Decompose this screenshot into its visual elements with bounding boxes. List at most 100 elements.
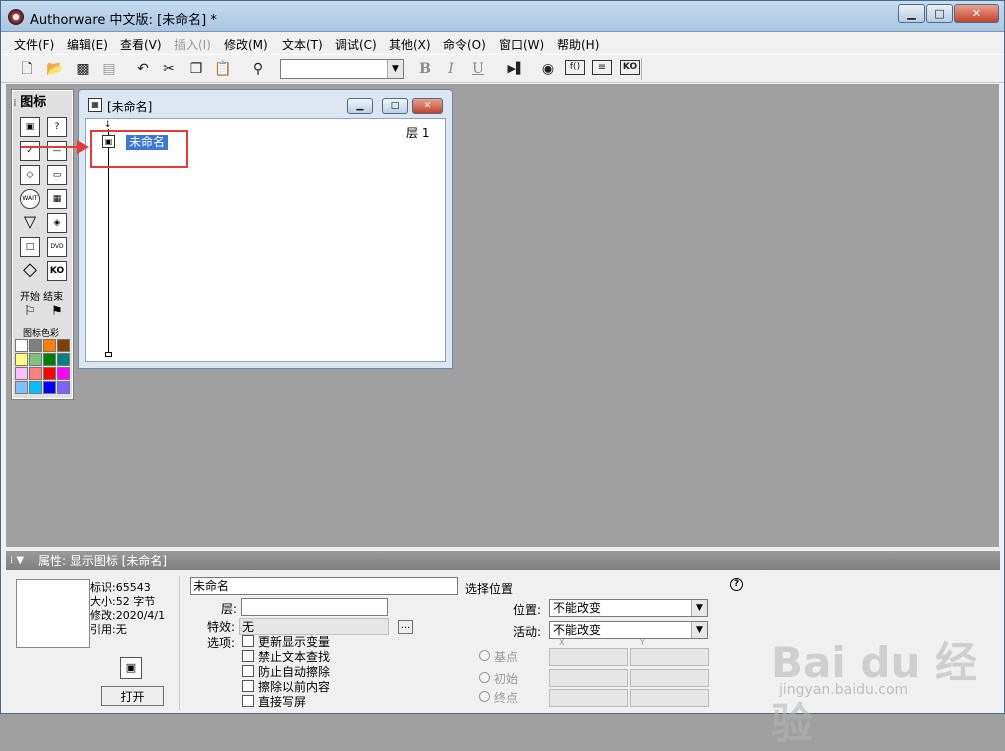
minimize-button[interactable]: ▁	[898, 4, 925, 23]
open-file-icon[interactable]: 📂	[45, 60, 65, 78]
interaction-icon[interactable]: ◇	[20, 261, 40, 281]
variables-icon[interactable]: ≡	[592, 60, 612, 75]
close-button[interactable]: ✕	[954, 4, 999, 23]
update-variables-checkbox[interactable]	[242, 635, 254, 647]
prevent-auto-erase-checkbox[interactable]	[242, 665, 254, 677]
menu-help[interactable]: 帮助(H)	[557, 36, 599, 53]
menu-other[interactable]: 其他(X)	[389, 36, 431, 53]
active-select-value: 不能改变	[553, 623, 602, 637]
functions-icon[interactable]: f()	[565, 60, 585, 75]
color-swatch[interactable]	[57, 353, 70, 366]
color-swatch[interactable]	[57, 339, 70, 352]
copy-icon[interactable]: ❐	[186, 60, 206, 78]
menu-debug[interactable]: 调试(C)	[335, 36, 377, 53]
color-swatch[interactable]	[43, 381, 56, 394]
position-select[interactable]: 不能改变 ▼	[549, 599, 708, 617]
paste-icon[interactable]: 📋	[213, 60, 233, 78]
motion-icon[interactable]: ✓	[20, 141, 40, 161]
end-y-field	[630, 689, 709, 707]
new-file-icon[interactable]: 🗋	[17, 60, 37, 78]
color-swatch[interactable]	[29, 339, 42, 352]
end-flag-icon[interactable]: ⚑	[47, 303, 67, 323]
knowledge-objects-icon[interactable]: KO	[620, 60, 640, 75]
question-icon[interactable]: ?	[47, 117, 67, 137]
sound-icon[interactable]: ◈	[47, 213, 67, 233]
menu-insert[interactable]: 插入(I)	[174, 36, 211, 53]
initial-radio[interactable]	[479, 672, 490, 683]
color-swatch[interactable]	[29, 381, 42, 394]
color-swatch[interactable]	[57, 367, 70, 380]
cut-icon[interactable]: ✂	[159, 60, 179, 78]
flow-maximize-button[interactable]: □	[382, 98, 408, 114]
italic-button[interactable]: I	[441, 60, 461, 78]
color-swatch[interactable]	[15, 339, 28, 352]
save-all-icon[interactable]: ▩	[73, 60, 93, 78]
icon-color-label: 图标色彩	[23, 329, 60, 339]
base-label: 基点	[494, 650, 519, 664]
menu-edit[interactable]: 编辑(E)	[67, 36, 108, 53]
menu-window[interactable]: 窗口(W)	[499, 36, 544, 53]
red-arrow-shaft	[21, 146, 81, 148]
active-select[interactable]: 不能改变 ▼	[549, 621, 708, 639]
color-swatch[interactable]	[15, 367, 28, 380]
icon-name-field[interactable]: 未命名	[190, 577, 458, 595]
end-label: 终点	[494, 691, 519, 705]
dvd-icon[interactable]: DVD	[47, 237, 67, 257]
color-swatch[interactable]	[15, 381, 28, 394]
refs-label: 引用:无	[90, 623, 127, 636]
import-icon[interactable]: ▤	[99, 60, 119, 78]
color-swatch[interactable]	[29, 367, 42, 380]
help-icon[interactable]: ?	[730, 578, 743, 591]
calculation-icon[interactable]: ◇	[20, 165, 40, 185]
flow-close-button[interactable]: ✕	[412, 98, 443, 114]
no-text-search-checkbox[interactable]	[242, 650, 254, 662]
initial-label: 初始	[494, 672, 519, 686]
color-swatch[interactable]	[15, 353, 28, 366]
menu-file[interactable]: 文件(F)	[14, 36, 54, 53]
flow-minimize-button[interactable]: ▁	[347, 98, 373, 114]
navigate-icon[interactable]: ▦	[47, 189, 67, 209]
erase-previous-checkbox[interactable]	[242, 680, 254, 692]
framework-icon[interactable]: ▽	[20, 213, 40, 233]
underline-button[interactable]: U	[468, 60, 488, 78]
font-select[interactable]: ▼	[280, 59, 404, 79]
display-icon[interactable]: ▣	[20, 117, 40, 137]
chevron-down-icon[interactable]: ▼	[387, 60, 403, 78]
decision-icon[interactable]: □	[20, 237, 40, 257]
initial-x-field	[549, 669, 628, 687]
color-swatch[interactable]	[57, 381, 70, 394]
control-panel-icon[interactable]: ◉	[538, 60, 558, 78]
knowledge-object-icon[interactable]: KO	[47, 261, 67, 281]
wait-icon[interactable]: WAIT	[20, 189, 40, 209]
flowline-window-title: [未命名]	[107, 100, 153, 114]
effect-browse-button[interactable]: ...	[398, 620, 413, 634]
start-end-label: 开始 结束	[20, 292, 64, 303]
base-radio[interactable]	[479, 650, 490, 661]
color-swatch[interactable]	[43, 367, 56, 380]
layer-label: 层:	[221, 602, 238, 616]
menu-view[interactable]: 查看(V)	[120, 36, 162, 53]
find-icon[interactable]: ⚲	[248, 60, 268, 78]
erase-icon[interactable]: —	[47, 141, 67, 161]
direct-to-screen-checkbox[interactable]	[242, 695, 254, 707]
movie-icon[interactable]: ▭	[47, 165, 67, 185]
flowline-canvas[interactable]: 层 1 ↓ ▣ 未命名	[85, 118, 446, 362]
bold-button[interactable]: B	[415, 60, 435, 78]
initial-y-field	[630, 669, 709, 687]
menu-modify[interactable]: 修改(M)	[224, 36, 268, 53]
end-radio[interactable]	[479, 691, 490, 702]
color-swatch[interactable]	[29, 353, 42, 366]
color-swatch[interactable]	[43, 339, 56, 352]
open-button[interactable]: 打开	[101, 686, 164, 706]
menu-command[interactable]: 命令(O)	[443, 36, 486, 53]
undo-icon[interactable]: ↶	[133, 60, 153, 78]
layer-field[interactable]	[241, 598, 388, 616]
maximize-button[interactable]: □	[926, 4, 953, 23]
start-flag-icon[interactable]: ⚐	[20, 303, 40, 323]
chevron-down-icon[interactable]: ▼	[691, 622, 707, 638]
collapse-icon[interactable]: ⁞ ▼	[10, 552, 24, 570]
menu-text[interactable]: 文本(T)	[282, 36, 323, 53]
run-icon[interactable]: ▶▌	[506, 60, 526, 78]
chevron-down-icon[interactable]: ▼	[691, 600, 707, 616]
color-swatch[interactable]	[43, 353, 56, 366]
